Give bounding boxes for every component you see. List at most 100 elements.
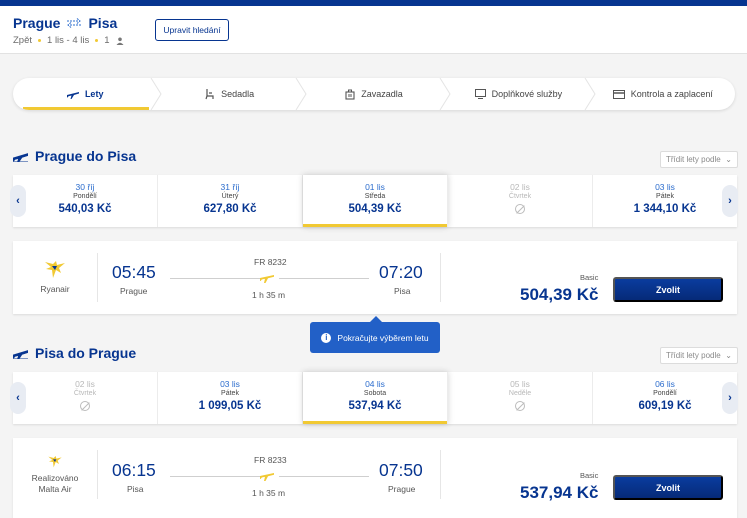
chevron-right-icon: › bbox=[728, 392, 732, 404]
date-label: 31 říj bbox=[220, 182, 240, 192]
arrival-time: 07:50 bbox=[379, 460, 423, 480]
arrival-time: 07:20 bbox=[379, 262, 423, 282]
weekday-label: Pátek bbox=[221, 390, 239, 397]
origin-city: Prague bbox=[13, 15, 61, 31]
date-label: 04 lis bbox=[365, 379, 385, 389]
prev-dates-button[interactable]: ‹ bbox=[10, 185, 26, 217]
inbound-flight-card[interactable]: Realizováno Malta Air 06:15 Pisa FR 8233… bbox=[13, 438, 737, 518]
no-flights-icon bbox=[515, 204, 525, 214]
weekday-label: Pátek bbox=[656, 193, 674, 200]
weekday-label: Sobota bbox=[363, 390, 387, 397]
step-payment[interactable]: Kontrola a zaplacení bbox=[591, 78, 735, 110]
trip-details: Zpět 1 lis - 4 lis 1 bbox=[13, 35, 124, 46]
divider bbox=[97, 450, 98, 499]
flight-duration: 1 h 35 m bbox=[252, 488, 286, 498]
date-label: 03 lis bbox=[220, 379, 240, 389]
step-seats[interactable]: Sedadla bbox=[157, 78, 307, 110]
separator-dot bbox=[95, 39, 99, 42]
tooltip-text: Pokračujte výběrem letu bbox=[337, 332, 429, 343]
route-line bbox=[279, 476, 369, 477]
flight-price: 537,94 Kč bbox=[520, 483, 599, 502]
date-label: 05 lis bbox=[510, 379, 530, 389]
weekday-label: Čtvrtek bbox=[508, 193, 532, 200]
passenger-count: 1 bbox=[104, 35, 110, 46]
sort-label: Třídit lety podle bbox=[666, 155, 721, 164]
chevron-right-icon: › bbox=[728, 195, 732, 207]
section-title-text: Prague do Pisa bbox=[35, 148, 137, 164]
next-dates-button[interactable]: › bbox=[722, 185, 738, 217]
luggage-icon bbox=[345, 89, 355, 100]
date-option[interactable]: 30 říj Pondělí 540,03 Kč bbox=[13, 175, 158, 227]
sort-flights-dropdown[interactable]: Třídit lety podle ⌄ bbox=[660, 347, 738, 364]
date-price: 1 344,10 Kč bbox=[633, 203, 697, 215]
airline-info: Realizováno Malta Air bbox=[13, 438, 97, 511]
date-option[interactable]: 06 lis Pondělí 609,19 Kč bbox=[593, 372, 737, 424]
date-label: 01 lis bbox=[365, 182, 385, 192]
date-price: 627,80 Kč bbox=[203, 203, 257, 215]
select-flight-button[interactable]: Zvolit bbox=[613, 475, 723, 500]
flight-duration: 1 h 35 m bbox=[252, 290, 286, 300]
airline-name: Malta Air bbox=[38, 483, 72, 494]
plane-icon bbox=[260, 473, 274, 481]
date-option[interactable]: 03 lis Pátek 1 344,10 Kč bbox=[593, 175, 737, 227]
outbound-date-carousel: 30 říj Pondělí 540,03 Kč 31 říj Úterý 62… bbox=[13, 175, 737, 227]
flight-number: FR 8232 bbox=[254, 257, 287, 267]
prev-dates-button[interactable]: ‹ bbox=[10, 382, 26, 414]
departure-time: 06:15 bbox=[112, 460, 156, 480]
flight-price: 504,39 Kč bbox=[520, 285, 599, 304]
date-label: 02 lis bbox=[510, 182, 530, 192]
booking-steps: Lety Sedadla Zavazadla Doplňkové služby … bbox=[13, 78, 735, 110]
next-dates-button[interactable]: › bbox=[722, 382, 738, 414]
date-option-unavailable: 05 lis Neděle bbox=[448, 372, 593, 424]
chevron-left-icon: ‹ bbox=[16, 392, 20, 404]
step-luggage[interactable]: Zavazadla bbox=[302, 78, 451, 110]
outbound-flight-card[interactable]: Ryanair 05:45 Prague FR 8232 1 h 35 m 07… bbox=[13, 241, 737, 314]
date-price: 504,39 Kč bbox=[348, 203, 402, 215]
step-extras[interactable]: Doplňkové služby bbox=[446, 78, 596, 110]
divider bbox=[97, 253, 98, 302]
weekday-label: Pondělí bbox=[653, 390, 677, 397]
date-option-selected[interactable]: 04 lis Sobota 537,94 Kč bbox=[303, 372, 448, 424]
date-option-unavailable: 02 lis Čtvrtek bbox=[13, 372, 158, 424]
date-option[interactable]: 03 lis Pátek 1 099,05 Kč bbox=[158, 372, 303, 424]
sort-label: Třídit lety podle bbox=[666, 351, 721, 360]
sort-flights-dropdown[interactable]: Třídit lety podle ⌄ bbox=[660, 151, 738, 168]
edit-search-button[interactable]: Upravit hledání bbox=[155, 19, 229, 41]
route-line bbox=[279, 278, 369, 279]
plane-takeoff-icon bbox=[13, 152, 28, 162]
no-flights-icon bbox=[515, 401, 525, 411]
airline-name: Ryanair bbox=[40, 284, 70, 294]
step-flights[interactable]: Lety bbox=[13, 78, 162, 110]
airline-info: Ryanair bbox=[13, 241, 97, 314]
inbound-date-carousel: 02 lis Čtvrtek 03 lis Pátek 1 099,05 Kč … bbox=[13, 372, 737, 424]
date-option-unavailable: 02 lis Čtvrtek bbox=[448, 175, 593, 227]
chevron-down-icon: ⌄ bbox=[725, 155, 732, 164]
info-icon: i bbox=[321, 332, 332, 343]
separator-dot bbox=[38, 39, 42, 42]
departure-time: 05:45 bbox=[112, 262, 156, 282]
select-flight-button[interactable]: Zvolit bbox=[613, 277, 723, 302]
date-option-selected[interactable]: 01 lis Středa 504,39 Kč bbox=[303, 175, 448, 227]
plane-takeoff-icon bbox=[13, 349, 28, 359]
date-price: 609,19 Kč bbox=[638, 400, 692, 412]
fare-type: Basic bbox=[580, 471, 599, 480]
departure-city: Pisa bbox=[127, 484, 144, 494]
arrival-city: Prague bbox=[388, 484, 416, 494]
trip-dates: 1 lis - 4 lis bbox=[47, 35, 90, 46]
fare-type: Basic bbox=[580, 273, 599, 282]
weekday-label: Čtvrtek bbox=[73, 390, 97, 397]
search-summary-header: Prague Pisa Zpět 1 lis - 4 lis 1 Upravit… bbox=[0, 6, 747, 54]
arrival-city: Pisa bbox=[394, 286, 411, 296]
step-label: Sedadla bbox=[221, 89, 255, 99]
inbound-section-title: Pisa do Prague bbox=[13, 345, 136, 361]
seat-icon bbox=[205, 88, 214, 99]
divider bbox=[440, 253, 441, 302]
step-label: Kontrola a zaplacení bbox=[630, 89, 713, 99]
date-price: 537,94 Kč bbox=[348, 400, 402, 412]
plane-icon bbox=[66, 92, 79, 99]
section-title-text: Pisa do Prague bbox=[35, 345, 137, 361]
date-option[interactable]: 31 říj Úterý 627,80 Kč bbox=[158, 175, 303, 227]
chevron-down-icon: ⌄ bbox=[725, 351, 732, 360]
card-icon bbox=[612, 89, 625, 99]
monitor-icon bbox=[474, 89, 486, 99]
